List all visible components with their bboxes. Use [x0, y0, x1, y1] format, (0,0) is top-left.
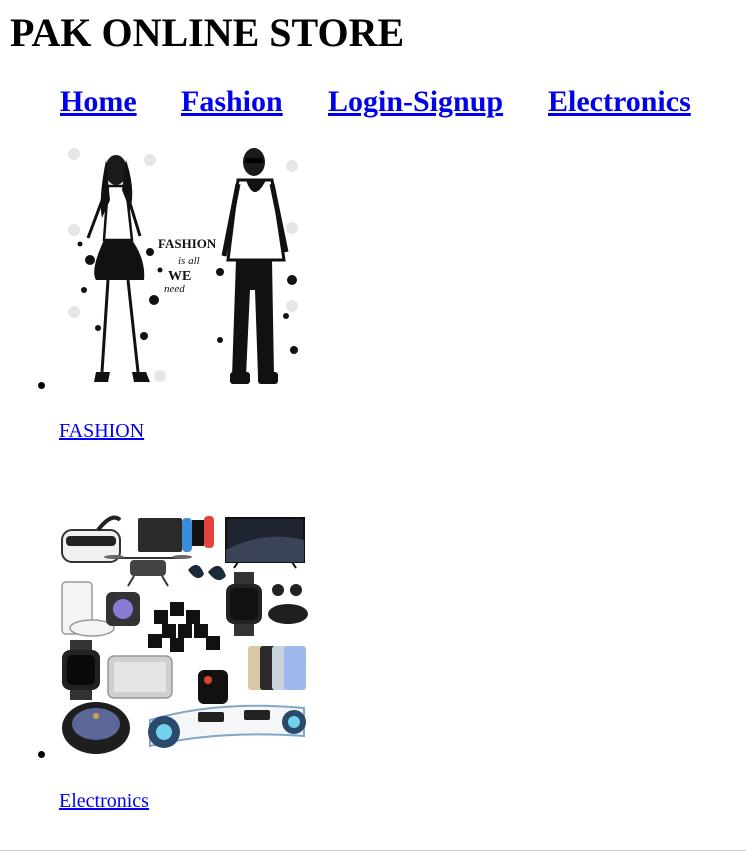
list-bullet	[38, 751, 45, 758]
nav-link-login-signup[interactable]: Login-Signup	[328, 82, 503, 122]
nav-link-home[interactable]: Home	[60, 82, 137, 122]
smartphones-icon	[248, 646, 306, 690]
fashion-slogan-line2: is all	[178, 255, 200, 267]
electronics-category-image[interactable]	[58, 510, 310, 762]
store-title: PAK ONLINE STORE	[10, 10, 405, 55]
speaker-icon	[107, 655, 173, 699]
fashion-slogan-line4: need	[164, 283, 185, 295]
fashion-slogan-line3: WE	[168, 269, 191, 284]
list-bullet	[38, 382, 45, 389]
earbuds-icon	[198, 670, 228, 704]
nav-link-fashion[interactable]: Fashion	[181, 82, 283, 122]
bluetooth-speaker-icon	[106, 592, 140, 626]
television-icon	[225, 517, 305, 569]
fashion-slogan-line1: FASHION	[158, 236, 217, 251]
page-bottom-divider	[0, 850, 746, 851]
fashion-category-image[interactable]: FASHION is all WE need	[60, 140, 306, 392]
nav-link-electronics[interactable]: Electronics	[548, 82, 691, 122]
robot-vacuum-icon	[62, 702, 130, 754]
fashion-category-link[interactable]: FASHION	[59, 418, 144, 444]
electronics-category-link[interactable]: Electronics	[59, 788, 149, 814]
